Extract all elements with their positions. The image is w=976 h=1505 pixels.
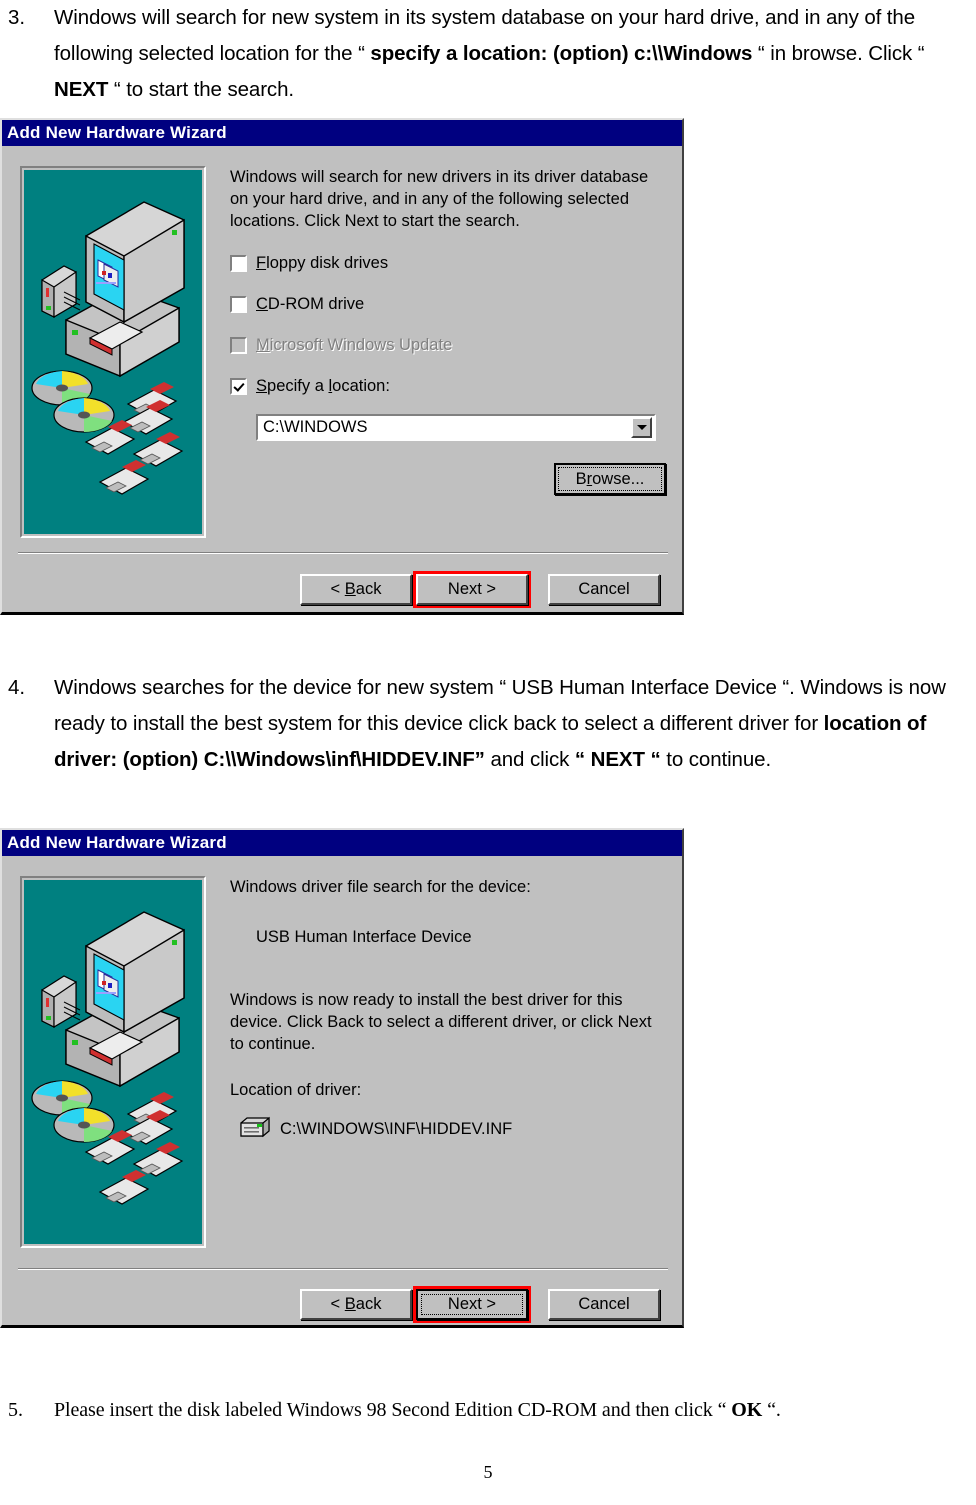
next-button-highlight-annotation: Next > [413,571,531,608]
computer-illustration-icon [24,880,202,1244]
device-name: USB Human Interface Device [256,928,472,946]
next-button-label: Next > [447,580,497,598]
checkbox-icon[interactable] [230,255,247,272]
doc-item-number: 4. [8,676,26,699]
cancel-button-label: Cancel [578,580,630,598]
checkbox-icon[interactable] [230,378,247,395]
doc-item-number: 5. [8,1399,23,1421]
dialog2-button-row: < Back Next > Cancel [300,1286,660,1323]
cancel-button-wrap: Cancel [548,574,660,605]
drive-icon [240,1116,270,1143]
next-button[interactable]: Next > [416,574,528,605]
driver-location-path: C:\WINDOWS\INF\HIDDEV.INF [280,1120,513,1138]
doc-item-3: 3. Windows will search for new system in… [8,0,976,108]
wizard-illustration-frame [20,876,206,1248]
location-value: C:\WINDOWS [263,418,368,436]
back-button-wrap: < Back [300,574,412,605]
dialog-separator [18,552,668,554]
next-button-label: Next > [447,1295,497,1313]
dialog2-content-pane: Windows driver file search for the devic… [230,876,666,1143]
chevron-down-icon[interactable] [631,417,652,438]
page-number: 5 [483,1462,493,1482]
checkbox-microsoft-windows-update: Microsoft Windows Update [230,336,666,355]
dialog1-body-text: Windows will search for new drivers in i… [230,168,649,230]
focus-outline [558,467,662,491]
browse-button[interactable]: Browse... [554,463,666,495]
doc-item-text: Windows will search for new system in it… [54,6,925,101]
doc-item-number: 3. [8,6,26,29]
dialog-title: Add New Hardware Wizard [7,833,227,852]
computer-illustration-icon [24,170,202,534]
checkbox-specify-a-location[interactable]: Specify a location: [230,377,666,396]
cancel-button[interactable]: Cancel [548,1289,660,1320]
doc-item-5: 5. Please insert the disk labeled Window… [8,1395,976,1425]
add-new-hardware-wizard-dialog-2: Add New Hardware Wizard Windows driver f… [0,828,684,1328]
dialog-titlebar: Add New Hardware Wizard [2,120,682,146]
driver-search-label: Windows driver file search for the devic… [230,878,531,896]
doc-item-text: Please insert the disk labeled Windows 9… [54,1399,781,1421]
location-combobox[interactable]: C:\WINDOWS [256,414,656,441]
add-new-hardware-wizard-dialog-1: Add New Hardware Wizard Windows will sea… [0,118,684,615]
checkbox-label: CD-ROM drive [256,295,365,313]
next-button[interactable]: Next > [416,1289,528,1320]
cancel-button-wrap: Cancel [548,1289,660,1320]
back-button[interactable]: < Back [300,574,412,605]
dialog-titlebar: Add New Hardware Wizard [2,830,682,856]
checkbox-label: Floppy disk drives [256,254,389,272]
dialog1-content-pane: Windows will search for new drivers in i… [230,166,666,441]
checkbox-floppy-disk-drives[interactable]: Floppy disk drives [230,254,666,273]
checkbox-icon[interactable] [230,296,247,313]
checkbox-icon [230,337,247,354]
doc-item-text: Windows searches for the device for new … [54,676,946,771]
location-of-driver-label: Location of driver: [230,1081,362,1099]
cancel-button-label: Cancel [578,1295,630,1313]
checkbox-label: Microsoft Windows Update [256,336,453,354]
cancel-button[interactable]: Cancel [548,574,660,605]
next-button-highlight-annotation: Next > [413,1286,531,1323]
checkbox-cdrom-drive[interactable]: CD-ROM drive [230,295,666,314]
dialog1-button-row: < Back Next > Cancel [300,571,660,608]
wizard-illustration-frame [20,166,206,538]
driver-location-row: C:\WINDOWS\INF\HIDDEV.INF [240,1116,666,1143]
back-button-label: < Back [330,580,382,598]
dialog-separator [18,1268,668,1270]
doc-item-4: 4. Windows searches for the device for n… [8,670,976,778]
back-button-label: < Back [330,1295,382,1313]
ready-to-install-text: Windows is now ready to install the best… [230,991,652,1053]
back-button-wrap: < Back [300,1289,412,1320]
back-button[interactable]: < Back [300,1289,412,1320]
checkbox-label: Specify a location: [256,377,390,395]
dialog-title: Add New Hardware Wizard [7,123,227,142]
